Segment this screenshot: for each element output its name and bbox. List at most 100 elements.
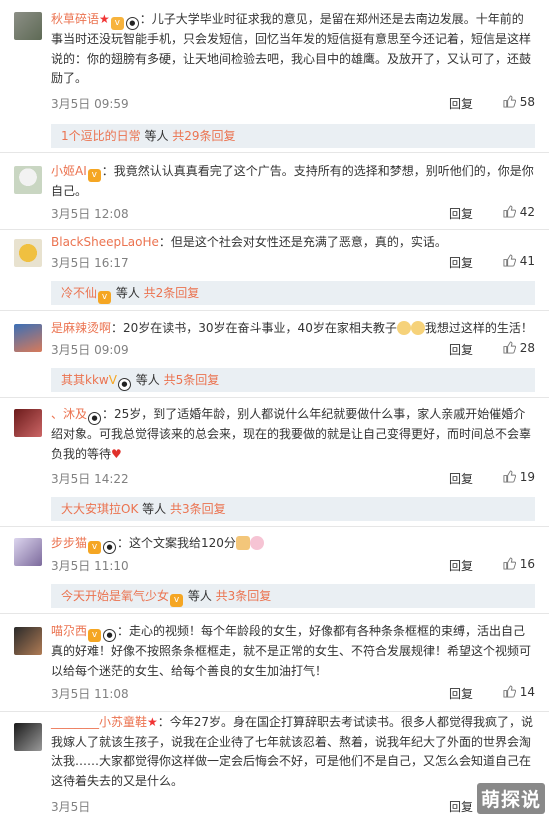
like-button[interactable]: 14 <box>503 685 535 699</box>
username-link[interactable]: 秋草碎语 <box>51 12 99 26</box>
reply-button[interactable]: 回复 <box>449 685 473 702</box>
sub-replies[interactable]: 其其kkwV ● 等人 共5条回复 <box>51 368 535 392</box>
sub-reply-count[interactable]: 共29条回复 <box>172 129 235 143</box>
username-link[interactable]: BlackSheepLaoHe <box>51 235 159 249</box>
like-count: 28 <box>519 341 535 355</box>
comment-text-block: 、沐及 ● ：25岁，到了适婚年龄，别人都说什么年纪就要做什么事，家人亲戚开始催婚介… <box>51 405 535 464</box>
comment-text-tail: 我想过这样的生活！ <box>424 321 533 335</box>
thumbs-up-icon <box>503 95 516 108</box>
sub-reply-count[interactable]: 共3条回复 <box>170 502 226 516</box>
v-badge-icon: V <box>108 373 117 387</box>
avatar[interactable] <box>14 627 42 655</box>
comment-date: 3月5日 12:08 <box>51 207 129 221</box>
like-button[interactable]: 42 <box>503 205 535 219</box>
divider <box>0 613 549 614</box>
rabbit-emoji-icon <box>249 536 264 550</box>
sub-reply-mid: 等人 <box>131 373 164 387</box>
comment-meta: 3月5日 回复 <box>51 798 535 816</box>
sub-reply-count[interactable]: 共2条回复 <box>144 286 200 300</box>
avatar[interactable] <box>14 409 42 437</box>
comment-date: 3月5日 09:09 <box>51 343 129 357</box>
username-link[interactable]: 、沐及 <box>51 407 87 421</box>
comment-text: ：但是这个社会对女性还是充满了恶意，真的，实话。 <box>158 235 447 249</box>
star-badge-icon: ★ <box>99 12 110 26</box>
comment-meta: 3月5日 16:17 回复 41 <box>51 254 535 272</box>
avatar[interactable] <box>14 324 42 352</box>
comment-text: ：走心的视频！每个年龄段的女生，好像都有各种条条框框的束缚，活出自己真的好难！好… <box>51 624 532 678</box>
vip-badge-icon: v <box>88 541 102 554</box>
like-button[interactable]: 16 <box>503 557 535 571</box>
avatar[interactable] <box>14 723 42 751</box>
sub-reply-user[interactable]: 今天开始是氧气少女 <box>61 589 169 603</box>
avatar[interactable] <box>14 239 42 267</box>
sub-reply-mid: 等人 <box>112 286 144 300</box>
panda-badge-icon: ● <box>103 541 117 554</box>
comment-date: 3月5日 11:10 <box>51 559 129 573</box>
sub-reply-user[interactable]: 1个逗比的日常 <box>61 129 141 143</box>
comment-date: 3月5日 <box>51 800 91 814</box>
panda-badge-icon: ● <box>117 378 131 391</box>
reply-button[interactable]: 回复 <box>449 95 473 112</box>
like-button[interactable]: 19 <box>503 470 535 484</box>
thumbs-up-icon <box>503 254 516 267</box>
panda-badge-icon: ● <box>88 412 102 425</box>
comment-text-block: BlackSheepLaoHe：但是这个社会对女性还是充满了恶意，真的，实话。 <box>51 233 535 253</box>
emoji-face-icon <box>410 321 425 335</box>
comment-meta: 3月5日 09:59 回复 58 <box>51 95 535 113</box>
comment-text-block: 是麻辣烫啊：20岁在读书，30岁在奋斗事业，40岁在家相夫教子 我想过这样的生活！ <box>51 319 535 339</box>
thumbs-up-emoji-icon <box>235 536 250 550</box>
avatar[interactable] <box>14 538 42 566</box>
sub-reply-user[interactable]: 冷不仙 <box>61 286 97 300</box>
panda-badge-icon: ● <box>103 629 117 642</box>
comment-text: ：20岁在读书，30岁在奋斗事业，40岁在家相夫教子 <box>111 321 397 335</box>
sub-replies[interactable]: 1个逗比的日常 等人 共29条回复 <box>51 124 535 148</box>
sub-replies[interactable]: 冷不仙 v 等人 共2条回复 <box>51 281 535 305</box>
divider <box>0 711 549 712</box>
reply-button[interactable]: 回复 <box>449 470 473 487</box>
thumbs-up-icon <box>503 685 516 698</box>
like-button[interactable]: 58 <box>503 95 535 109</box>
sub-replies[interactable]: 大大安琪拉OK 等人 共3条回复 <box>51 497 535 521</box>
emoji-face-icon <box>396 321 411 335</box>
watermark-logo: 萌探说 <box>476 783 545 814</box>
username-link[interactable]: ________小苏童鞋 <box>51 715 147 729</box>
comment-date: 3月5日 14:22 <box>51 472 129 486</box>
reply-button[interactable]: 回复 <box>449 205 473 222</box>
comment-meta: 3月5日 11:10 回复 16 <box>51 557 535 575</box>
reply-button[interactable]: 回复 <box>449 798 473 815</box>
vip-badge-icon: v <box>110 17 124 30</box>
vip-badge-icon: v <box>88 629 102 642</box>
reply-button[interactable]: 回复 <box>449 341 473 358</box>
reply-button[interactable]: 回复 <box>449 557 473 574</box>
avatar[interactable] <box>14 12 42 40</box>
sub-reply-count[interactable]: 共5条回复 <box>164 373 220 387</box>
comment-date: 3月5日 16:17 <box>51 256 129 270</box>
username-link[interactable]: 步步猫 <box>51 536 87 550</box>
like-count: 16 <box>519 557 535 571</box>
sub-reply-mid: 等人 <box>138 502 170 516</box>
comment-text-block: 小姬AI v ：我竟然认认真真看完了这个广告。支持所有的选择和梦想，别听他们的，你是… <box>51 162 535 202</box>
username-link[interactable]: 小姬AI <box>51 164 87 178</box>
sub-reply-user[interactable]: 其其kkw <box>61 373 109 387</box>
avatar[interactable] <box>14 166 42 194</box>
comment-meta: 3月5日 09:09 回复 28 <box>51 341 535 359</box>
comment-text: ：25岁，到了适婚年龄，别人都说什么年纪就要做什么事，家人亲戚开始催婚介绍对象。… <box>51 407 532 461</box>
username-link[interactable]: 喵尕西 <box>51 624 87 638</box>
thumbs-up-icon <box>503 205 516 218</box>
sub-replies[interactable]: 今天开始是氧气少女 v 等人 共3条回复 <box>51 584 535 608</box>
like-button[interactable]: 28 <box>503 341 535 355</box>
comment-meta: 3月5日 11:08 回复 14 <box>51 685 535 703</box>
divider <box>0 229 549 230</box>
like-count: 14 <box>519 685 535 699</box>
sub-reply-mid: 等人 <box>140 129 173 143</box>
username-link[interactable]: 是麻辣烫啊 <box>51 321 111 335</box>
like-count: 41 <box>519 254 535 268</box>
divider <box>0 397 549 398</box>
like-button[interactable]: 41 <box>503 254 535 268</box>
sub-reply-count[interactable]: 共3条回复 <box>216 589 272 603</box>
comment-text-block: ________小苏童鞋★：今年27岁。身在国企打算辞职去考试读书。很多人都觉得… <box>51 713 535 791</box>
vip-badge-icon: v <box>98 291 112 304</box>
comment-text-block: 步步猫 v ● ：这个文案我给120分 <box>51 534 535 554</box>
sub-reply-user[interactable]: 大大安琪拉OK <box>61 502 138 516</box>
reply-button[interactable]: 回复 <box>449 254 473 271</box>
